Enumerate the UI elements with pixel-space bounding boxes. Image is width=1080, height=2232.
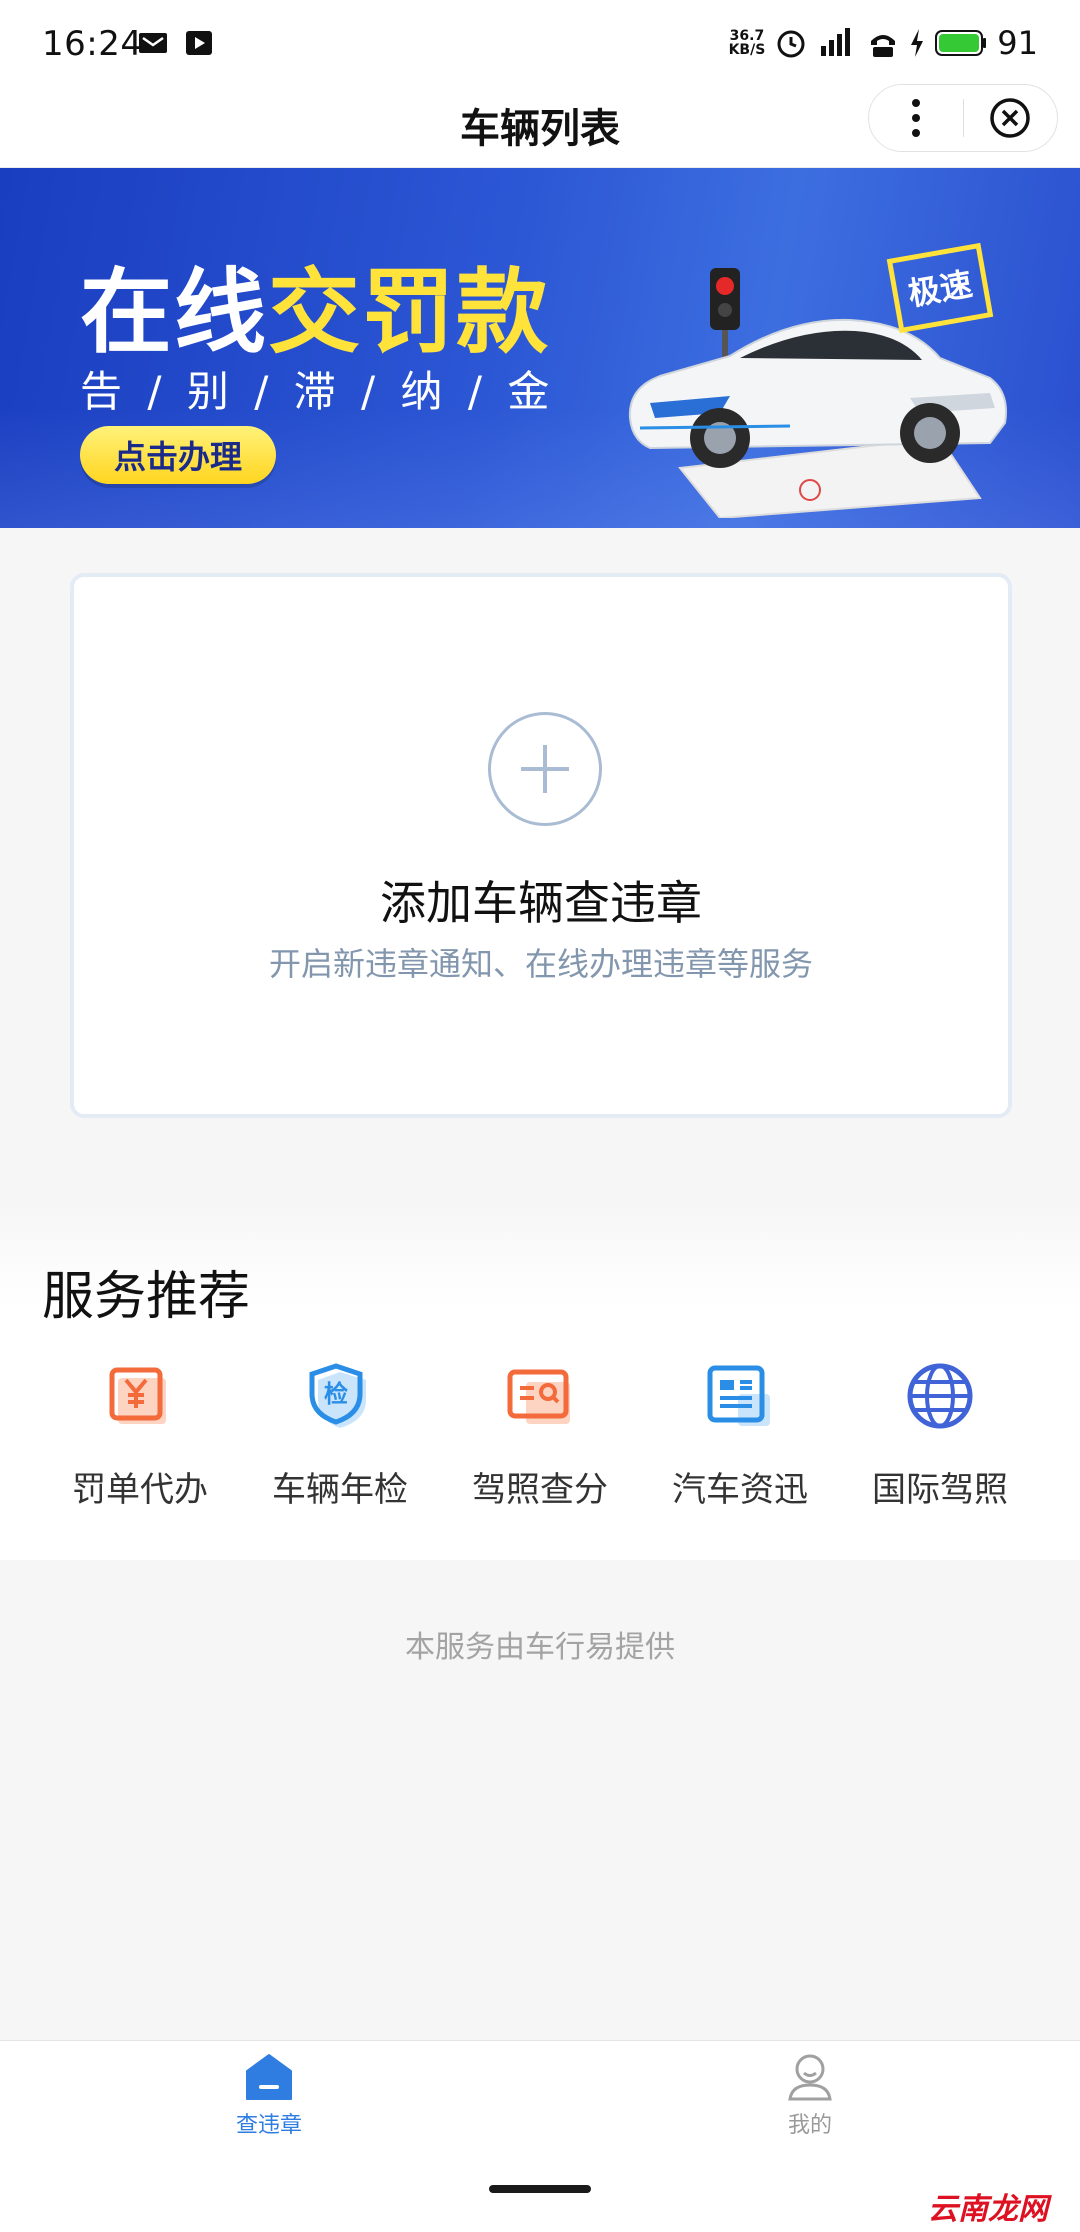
- services-grid: 罚单代办 检 车辆年检 驾照查分 汽车资迅 国际驾照: [40, 1360, 1040, 1511]
- signal-icon: [821, 28, 851, 56]
- speed-badge: 极速: [905, 265, 975, 314]
- tab-bar: 查违章 我的 云南龙网: [0, 2040, 1080, 2232]
- service-label: 车辆年检: [272, 1470, 408, 1510]
- banner-cta-button[interactable]: 点击办理: [80, 426, 276, 484]
- tab-profile[interactable]: 我的: [660, 2051, 960, 2139]
- play-icon: [186, 31, 212, 55]
- close-circle-icon: [990, 98, 1030, 138]
- service-label: 驾照查分: [472, 1470, 608, 1510]
- service-fine-payment[interactable]: 罚单代办: [40, 1360, 240, 1511]
- car-illustration: 极速: [628, 242, 1007, 518]
- hd-call-icon: [871, 35, 896, 57]
- globe-icon: [907, 1363, 973, 1429]
- service-recommendations: 服务推荐 罚单代办 检 车辆年检 驾照查分 汽车资迅 国际驾照: [0, 1200, 1080, 1560]
- service-international-license[interactable]: 国际驾照: [840, 1360, 1040, 1511]
- watermark-logo: 云南龙网: [928, 2192, 1048, 2227]
- inspection-shield-icon: 检: [309, 1363, 366, 1428]
- service-label: 国际驾照: [872, 1470, 1008, 1510]
- fine-ticket-icon: [109, 1367, 166, 1424]
- add-vehicle-button[interactable]: [488, 712, 602, 826]
- provider-note: 本服务由车行易提供: [405, 1630, 675, 1665]
- battery-level: 91: [997, 24, 1038, 62]
- promo-banner[interactable]: 在线交罚款 告 / 别 / 滞 / 纳 / 金 点击办理 极速: [0, 168, 1080, 528]
- license-search-icon: [507, 1369, 570, 1424]
- message-icon: [139, 33, 167, 53]
- services-title: 服务推荐: [42, 1267, 251, 1327]
- charging-icon: [911, 29, 924, 57]
- battery-icon: [935, 30, 987, 56]
- service-car-news[interactable]: 汽车资迅: [640, 1360, 840, 1511]
- plus-icon: [521, 745, 569, 793]
- status-left-icons: [138, 30, 214, 56]
- banner-subtitle: 告 / 别 / 滞 / 纳 / 金: [80, 367, 556, 416]
- network-speed: 36.7 KB/S: [728, 28, 766, 58]
- page-header: 车辆列表: [0, 84, 1080, 168]
- mini-program-capsule: [868, 84, 1058, 152]
- service-label: 罚单代办: [72, 1470, 208, 1510]
- tab-check-violations[interactable]: 查违章: [119, 2051, 419, 2139]
- more-button[interactable]: [869, 85, 963, 151]
- status-bar: 16:24 36.7 KB/S 91: [0, 0, 1080, 90]
- service-license-points[interactable]: 驾照查分: [440, 1360, 640, 1511]
- service-label: 汽车资迅: [672, 1470, 808, 1510]
- add-vehicle-title: 添加车辆查违章: [380, 876, 702, 930]
- add-vehicle-description: 开启新违章通知、在线办理违章等服务: [268, 945, 813, 983]
- status-right-icons: 36.7 KB/S 91: [729, 24, 1038, 62]
- service-annual-inspection[interactable]: 检 车辆年检: [240, 1360, 440, 1511]
- tab-label: 查违章: [235, 2113, 302, 2138]
- svg-text:检: 检: [324, 1380, 348, 1408]
- more-dots-icon: [911, 99, 920, 137]
- close-button[interactable]: [964, 85, 1058, 151]
- alarm-icon: [777, 30, 805, 58]
- home-icon: [246, 2054, 292, 2100]
- banner-title: 在线交罚款: [80, 259, 551, 366]
- add-vehicle-card[interactable]: 添加车辆查违章 开启新违章通知、在线办理违章等服务: [70, 573, 1012, 1118]
- tab-label: 我的: [787, 2113, 832, 2138]
- news-icon: [707, 1365, 770, 1426]
- home-indicator[interactable]: [489, 2185, 591, 2193]
- user-icon: [788, 2054, 832, 2101]
- status-time: 16:24: [42, 24, 143, 64]
